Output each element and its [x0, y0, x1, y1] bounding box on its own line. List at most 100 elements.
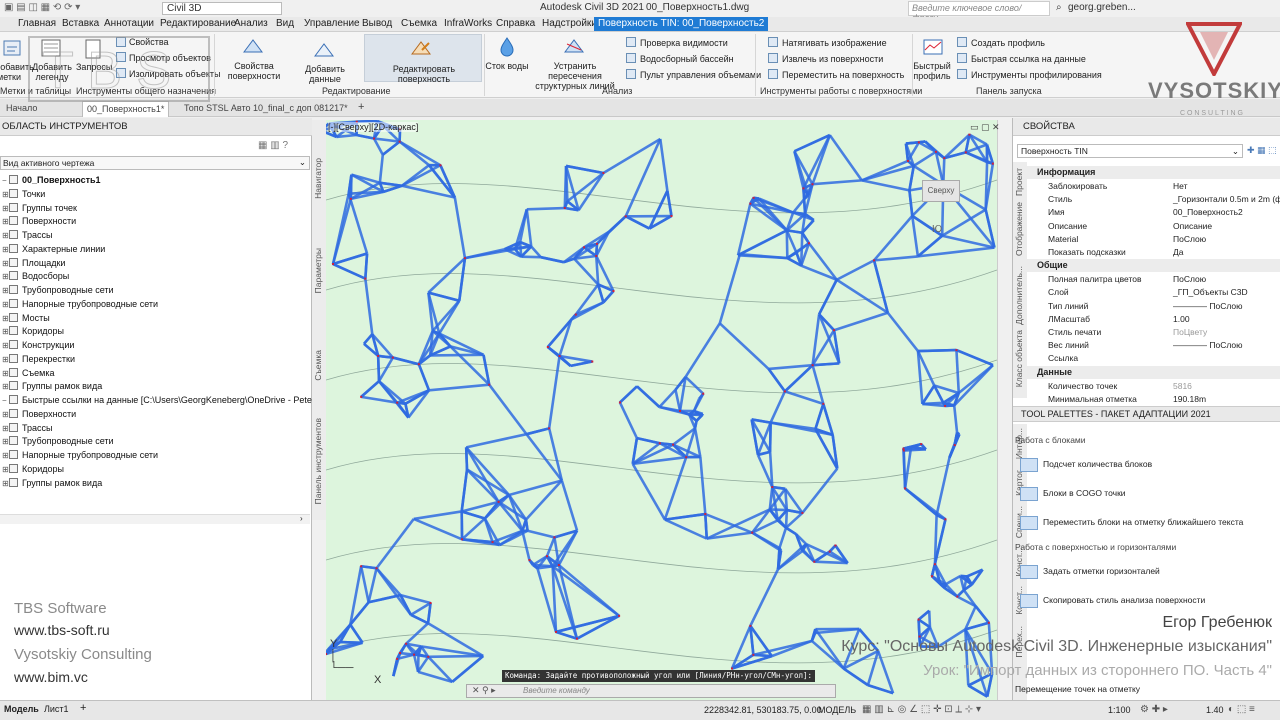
property-value[interactable]: Нет — [1173, 180, 1187, 193]
side-tab-extended[interactable]: Дополнитель... — [1014, 266, 1024, 325]
extract-button[interactable]: Извлечь из поверхности — [782, 54, 883, 64]
tree-item[interactable]: ⊞ Трубопроводные сети — [2, 284, 114, 297]
expand-icon[interactable]: ⊞ — [2, 353, 9, 366]
canvas-vertical-scrollbar[interactable] — [997, 120, 1012, 700]
property-value[interactable]: _Горизонтали 0.5m и 2m (фоновы — [1173, 193, 1280, 206]
palette-tool-item[interactable]: Задать отметки горизонталей — [1043, 566, 1160, 576]
property-row[interactable]: Вес линий ———— ПоСлою — [1033, 339, 1280, 352]
tree-item[interactable]: ⊞ Съемка — [2, 367, 54, 380]
volumes-dashboard-button[interactable]: Пульт управления объемами — [640, 70, 761, 80]
drape-image-button[interactable]: Натягивать изображение — [782, 38, 887, 48]
tab-manage[interactable]: Управление — [304, 18, 360, 29]
palette-footer-item[interactable]: Перемещение точек на отметку — [1015, 684, 1140, 694]
water-drop-button[interactable]: Сток воды — [484, 61, 530, 71]
property-value[interactable]: ПоСлою — [1173, 273, 1206, 286]
model-space-button[interactable]: МОДЕЛЬ — [818, 705, 856, 715]
profiling-tools-button[interactable]: Инструменты профилирования — [971, 70, 1102, 80]
palette-tool-item[interactable]: Переместить блоки на отметку ближайшего … — [1043, 517, 1243, 527]
chevron-down-icon[interactable]: ⌄ — [299, 157, 306, 168]
side-tab-project[interactable]: Проект — [1014, 168, 1024, 196]
workspace-select[interactable]: Civil 3D — [162, 2, 282, 15]
drawing-canvas[interactable]: [-][Сверху][2D-каркас] Сверху Ю Y │ └── X … — [326, 120, 997, 700]
property-value[interactable]: _ГП_Объекты C3D — [1173, 286, 1248, 299]
property-value[interactable]: 00_Поверхность2 — [1173, 206, 1243, 219]
customize-icons[interactable]: ◐ ⬚ ≡ — [1228, 704, 1255, 715]
palette-tool-item[interactable]: Подсчет количества блоков — [1043, 459, 1152, 469]
viewport-controls[interactable]: [-][Сверху][2D-каркас] — [328, 122, 419, 132]
add-data-button[interactable]: Добавить данные — [290, 64, 360, 84]
expand-icon[interactable]: ⊞ — [2, 270, 9, 283]
move-to-surface-button[interactable]: Переместить на поверхность — [782, 70, 904, 80]
user-name[interactable]: georg.greben... — [1068, 2, 1136, 13]
object-type-select[interactable]: Поверхность TIN ⌄ — [1017, 144, 1243, 158]
property-row[interactable]: Количество точек 5816 — [1033, 380, 1280, 393]
expand-icon[interactable]: ⊞ — [2, 215, 9, 228]
create-profile-button[interactable]: Создать профиль — [971, 38, 1045, 48]
surface-properties-button[interactable]: Свойства поверхности — [222, 61, 286, 81]
property-section[interactable]: Данные — [1027, 365, 1280, 379]
tree-item[interactable]: ⊞ Поверхности — [2, 408, 76, 421]
tree-item[interactable]: − Быстрые ссылки на данные [C:\Users\Geor… — [2, 394, 349, 407]
tab-survey[interactable]: Съемка — [401, 18, 437, 29]
tree-item[interactable]: ⊞ Водосборы — [2, 270, 69, 283]
quick-profile-button[interactable]: Быстрый профиль — [912, 61, 952, 81]
tree-item[interactable]: ⊞ Группы рамок вида — [2, 380, 102, 393]
search-icon[interactable]: ⌕ — [1056, 2, 1062, 13]
quick-access-icons[interactable]: ▣ ▤ ◫ ▦ ⟲ ⟳ ▾ — [4, 2, 80, 13]
property-row[interactable]: Стиль печати ПоЦвету — [1033, 326, 1280, 339]
toolspace-toolbar-icons[interactable]: ▦ ▥ ? — [258, 140, 288, 151]
tree-item[interactable]: ⊞ Трассы — [2, 422, 52, 435]
command-line-icons[interactable]: ✕ ⚲ ▸ — [472, 685, 496, 696]
tab-addins[interactable]: Надстройки — [542, 18, 597, 29]
doc-tab-topo[interactable]: Топо STSL Авто 10_final_c доп 081217* — [180, 101, 352, 117]
property-value[interactable]: ПоЦвету — [1173, 326, 1207, 339]
new-tab-icon[interactable]: + — [354, 99, 368, 115]
scroll-right-icon[interactable]: › — [300, 514, 303, 523]
property-row[interactable]: Тип линий ———— ПоСлою — [1033, 300, 1280, 313]
expand-icon[interactable]: ⊞ — [2, 284, 9, 297]
property-row[interactable]: Описание Описание — [1033, 220, 1280, 233]
expand-icon[interactable]: ⊞ — [2, 188, 9, 201]
expand-icon[interactable]: ⊞ — [2, 477, 9, 490]
property-value[interactable]: ПоСлою — [1173, 233, 1206, 246]
tree-item[interactable]: ⊞ Напорные трубопроводные сети — [2, 449, 158, 462]
property-row[interactable]: Заблокировать Нет — [1033, 180, 1280, 193]
tree-item[interactable]: ⊞ Площадки — [2, 257, 65, 270]
search-input[interactable]: Введите ключевое слово/фразу — [908, 1, 1050, 23]
property-value[interactable]: ———— ПоСлою — [1173, 339, 1243, 352]
property-row[interactable]: Показать подсказки Да — [1033, 246, 1280, 259]
property-section[interactable]: Информация — [1027, 166, 1280, 179]
expand-icon[interactable]: ⊞ — [2, 435, 9, 448]
expand-icon[interactable]: ⊞ — [2, 243, 9, 256]
property-value[interactable]: 190.18m — [1173, 393, 1206, 406]
tree-item[interactable]: ⊞ Напорные трубопроводные сети — [2, 298, 158, 311]
tab-home[interactable]: Главная — [18, 18, 56, 29]
sight-check-button[interactable]: Проверка видимости — [640, 38, 728, 48]
tab-view[interactable]: Вид — [276, 18, 294, 29]
expand-icon[interactable]: ⊞ — [2, 312, 9, 325]
property-value[interactable]: 5816 — [1173, 380, 1192, 393]
tree-item[interactable]: ⊞ Мосты — [2, 312, 50, 325]
doc-tab-start[interactable]: Начало — [2, 101, 41, 117]
tab-tin-surface[interactable]: Поверхность TIN: 00_Поверхность2 — [594, 17, 769, 31]
tree-item[interactable]: ⊞ Конструкции — [2, 339, 74, 352]
palette-tool-item[interactable]: Скопировать стиль анализа поверхности — [1043, 595, 1205, 605]
property-row[interactable]: Стиль _Горизонтали 0.5m и 2m (фоновы — [1033, 193, 1280, 206]
property-row[interactable]: Полная палитра цветов ПоСлою — [1033, 273, 1280, 286]
tree-item[interactable]: − 00_Поверхность1 — [2, 174, 101, 187]
doc-tab-surface[interactable]: 00_Поверхность1* — [82, 101, 170, 117]
tree-item[interactable]: ⊞ Группы точек — [2, 202, 77, 215]
side-tab-object-class[interactable]: Класс объекта — [1014, 330, 1024, 387]
horizontal-scrollbar[interactable] — [0, 514, 310, 524]
property-row[interactable]: Ссылка — [1033, 352, 1280, 365]
tree-item[interactable]: ⊞ Точки — [2, 188, 45, 201]
status-tools-icons[interactable]: ⚙ ✚ ▸ — [1140, 704, 1168, 715]
property-section[interactable]: Общие — [1027, 259, 1280, 273]
command-input[interactable]: Введите команду — [466, 684, 836, 698]
side-tab-toolbox[interactable]: Панель инструментов — [313, 418, 323, 504]
tree-item[interactable]: ⊞ Характерные линии — [2, 243, 105, 256]
quick-reference-button[interactable]: Быстрая ссылка на данные — [971, 54, 1086, 64]
property-row[interactable]: Минимальная отметка 190.18m — [1033, 393, 1280, 406]
expand-icon[interactable]: ⊞ — [2, 367, 9, 380]
tree-item[interactable]: ⊞ Трубопроводные сети — [2, 435, 114, 448]
